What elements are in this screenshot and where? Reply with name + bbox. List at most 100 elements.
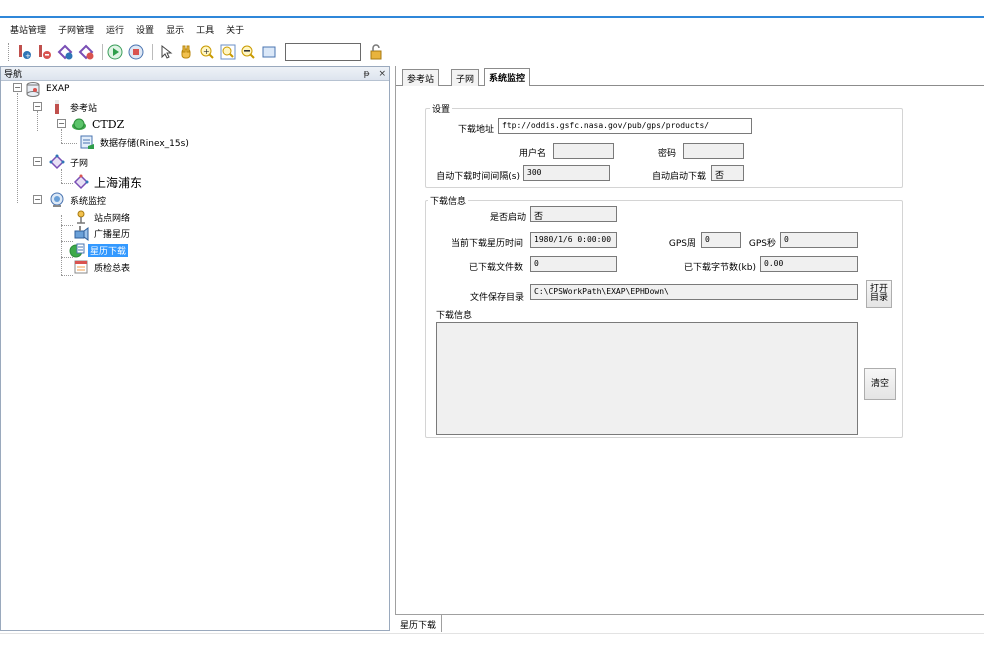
password-field[interactable] xyxy=(683,143,744,159)
ephemeris-download-icon xyxy=(69,242,85,258)
menu-run[interactable]: 运行 xyxy=(106,23,124,36)
ephemeris-time-field[interactable]: 1980/1/6 0:00:00 xyxy=(530,232,617,248)
menu-station-management[interactable]: 基站管理 xyxy=(10,23,46,36)
system-monitor-icon xyxy=(49,192,65,208)
remove-station-icon[interactable] xyxy=(36,43,54,61)
menu-bar: 基站管理 子网管理 运行 设置 显示 工具 关于 xyxy=(10,20,256,38)
username-field[interactable] xyxy=(553,143,614,159)
menu-about[interactable]: 关于 xyxy=(226,23,244,36)
title-accent-line xyxy=(0,16,984,18)
tree-node-monitor[interactable]: 系统监控 xyxy=(49,192,108,208)
pointer-icon[interactable] xyxy=(157,43,175,61)
tree-node-station-net[interactable]: 站点网络 xyxy=(73,209,132,225)
toolbar-separator xyxy=(101,44,103,60)
downloaded-bytes-label: 已下载字节数(kb) xyxy=(684,263,756,273)
tree-label-quality: 质检总表 xyxy=(94,263,131,274)
tree-node-shanghai[interactable]: 上海浦东 xyxy=(73,174,144,190)
reference-station-icon xyxy=(49,99,65,115)
log-label: 下载信息 xyxy=(436,311,473,321)
menu-display[interactable]: 显示 xyxy=(166,23,184,36)
downloaded-files-field[interactable]: 0 xyxy=(530,256,617,272)
tree-expander-ref-station[interactable]: − xyxy=(33,102,42,111)
save-dir-field[interactable]: C:\CPSWorkPath\EXAP\EPHDown\ xyxy=(530,284,858,300)
download-log-box[interactable] xyxy=(436,322,858,435)
content-panel: 参考站 子网 系统监控 设置 下载地址 ftp://oddis.gsfc.nas… xyxy=(395,66,984,631)
tree-label-subnet: 子网 xyxy=(70,158,89,169)
tree-node-storage[interactable]: 数据存储(Rinex_15s) xyxy=(79,134,191,150)
tree-node-quality[interactable]: 质检总表 xyxy=(73,259,132,275)
gps-second-label: GPS秒 xyxy=(748,239,776,249)
database-icon xyxy=(25,81,41,97)
navigation-panel-header: 导航 ᵽ × xyxy=(1,67,389,81)
svg-text:+: + xyxy=(25,52,31,60)
settings-group-title: 设置 xyxy=(430,102,453,115)
zoom-out-icon[interactable] xyxy=(240,43,258,61)
tree-label-ref-station: 参考站 xyxy=(70,103,98,114)
tree-expander-subnet[interactable]: − xyxy=(33,157,42,166)
downloaded-bytes-field[interactable]: 0.00 xyxy=(760,256,858,272)
tree-node-ref-station[interactable]: 参考站 xyxy=(49,99,99,115)
close-icon[interactable]: × xyxy=(378,69,386,79)
station-network-icon xyxy=(73,209,89,225)
autostart-label: 自动启动下载 xyxy=(651,172,706,182)
subnet-node-icon xyxy=(73,174,89,190)
bottom-tab-ephemeris[interactable]: 星历下载 xyxy=(395,615,443,632)
lock-icon[interactable] xyxy=(367,43,385,61)
enabled-label: 是否启动 xyxy=(489,213,526,223)
broadcast-ephemeris-icon xyxy=(73,225,89,241)
zoom-in-icon[interactable]: + xyxy=(198,43,216,61)
start-icon[interactable] xyxy=(107,43,125,61)
bottom-tab-strip: 星历下载 xyxy=(395,614,984,632)
gps-week-field[interactable]: 0 xyxy=(701,232,741,248)
tab-reference-station[interactable]: 参考站 xyxy=(402,69,440,86)
zoom-extent-icon[interactable] xyxy=(219,43,237,61)
download-url-field[interactable]: ftp://oddis.gsfc.nasa.gov/pub/gps/produc… xyxy=(498,118,752,134)
subnet-icon xyxy=(49,154,65,170)
tree-label-monitor: 系统监控 xyxy=(70,196,107,207)
toolbar-combo-input[interactable] xyxy=(284,43,362,61)
menu-subnet-management[interactable]: 子网管理 xyxy=(58,23,94,36)
ephemeris-time-label: 当前下载星历时间 xyxy=(450,239,523,249)
toolbar-separator xyxy=(151,44,153,60)
tree-node-exap[interactable]: EXAP xyxy=(25,81,71,97)
tree-label-exap: EXAP xyxy=(46,84,70,94)
tree-expander-monitor[interactable]: − xyxy=(33,195,42,204)
enabled-field[interactable]: 否 xyxy=(530,206,617,222)
station-online-icon xyxy=(71,116,87,132)
menu-tools[interactable]: 工具 xyxy=(196,23,214,36)
navigation-panel: 导航 ᵽ × − EXAP − 参考站 − CTDZ 数据存储(Rinex_15… xyxy=(0,66,390,631)
autostart-field[interactable]: 否 xyxy=(711,165,744,181)
tree-node-subnet[interactable]: 子网 xyxy=(49,154,90,170)
svg-text:+: + xyxy=(203,47,210,56)
stop-icon[interactable] xyxy=(127,43,145,61)
pan-hand-icon[interactable] xyxy=(178,43,196,61)
tree-node-ephemeris[interactable]: 星历下载 xyxy=(69,242,129,258)
tab-strip: 参考站 子网 系统监控 xyxy=(396,66,984,86)
save-dir-label: 文件保存目录 xyxy=(469,293,524,303)
quality-report-icon xyxy=(73,259,89,275)
download-info-group-title: 下载信息 xyxy=(428,194,469,207)
navigation-title: 导航 xyxy=(4,70,23,80)
full-extent-icon[interactable] xyxy=(260,43,278,61)
gps-second-field[interactable]: 0 xyxy=(780,232,858,248)
add-station-icon[interactable]: + xyxy=(15,43,33,61)
tree-node-ctdz[interactable]: CTDZ xyxy=(71,116,126,132)
downloaded-files-label: 已下载文件数 xyxy=(468,263,523,273)
download-url-label: 下载地址 xyxy=(457,125,494,135)
remove-subnet-icon[interactable] xyxy=(77,43,95,61)
toolbar-grip[interactable] xyxy=(8,43,11,61)
tab-system-monitor[interactable]: 系统监控 xyxy=(484,68,531,86)
tree-node-broadcast[interactable]: 广播星历 xyxy=(73,225,132,241)
open-dir-button[interactable]: 打开目录 xyxy=(866,280,892,308)
clear-button[interactable]: 清空 xyxy=(864,368,896,400)
add-subnet-icon[interactable] xyxy=(56,43,74,61)
tree-expander-root[interactable]: − xyxy=(13,83,22,92)
interval-field[interactable]: 300 xyxy=(523,165,610,181)
pin-icon[interactable]: ᵽ xyxy=(364,69,370,79)
menu-settings[interactable]: 设置 xyxy=(136,23,154,36)
password-label: 密码 xyxy=(657,149,676,159)
tree-expander-ctdz[interactable]: − xyxy=(57,119,66,128)
gps-week-label: GPS周 xyxy=(668,239,696,249)
tab-subnet[interactable]: 子网 xyxy=(451,69,480,86)
username-label: 用户名 xyxy=(518,149,546,159)
